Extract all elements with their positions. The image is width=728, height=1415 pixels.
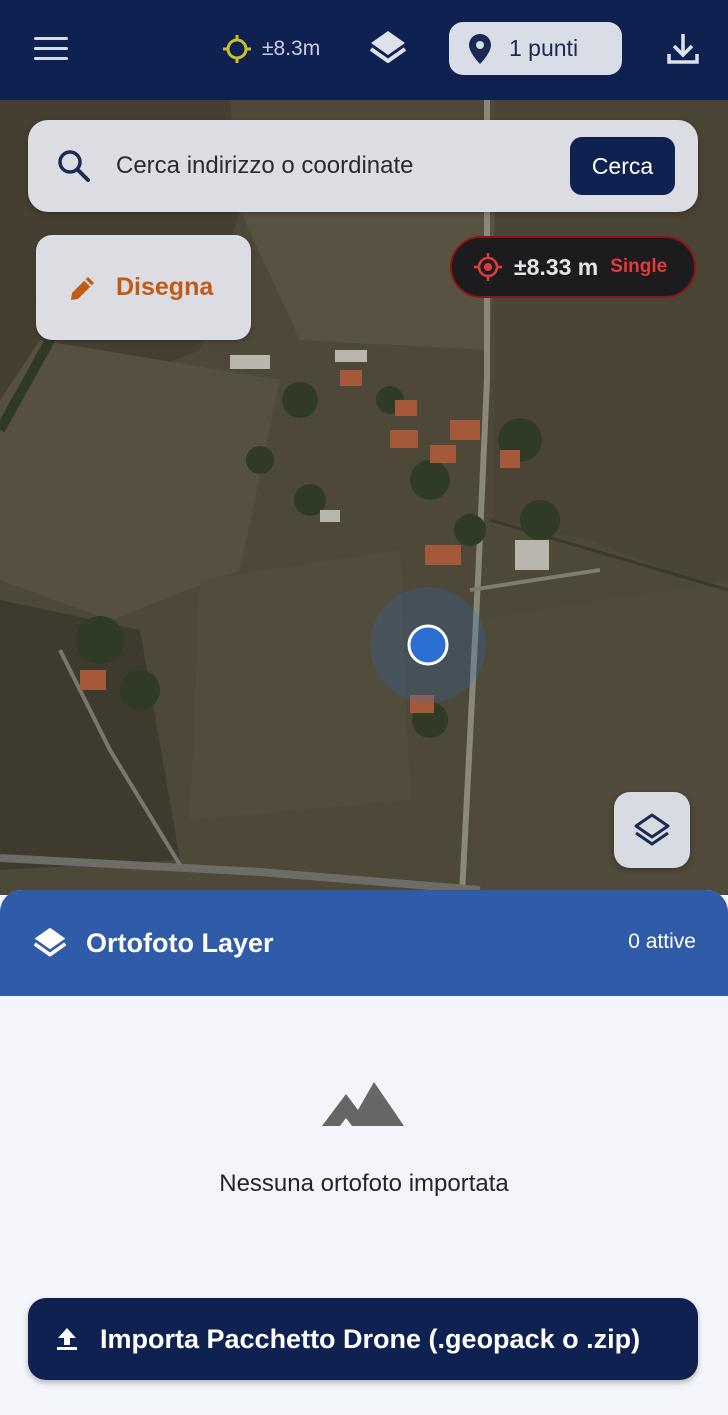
- accuracy-mode: Single: [610, 256, 668, 277]
- layers-icon[interactable]: [368, 28, 408, 68]
- download-icon[interactable]: [664, 30, 702, 68]
- crosshair-icon: [474, 253, 502, 281]
- mountain-icon: [322, 1082, 404, 1126]
- import-label: Importa Pacchetto Drone (.geopack o .zip…: [100, 1323, 641, 1354]
- map-view[interactable]: Cerca Disegna ±8.33 m Single: [0, 100, 728, 895]
- gps-target-icon: [223, 35, 251, 63]
- draw-button[interactable]: Disegna: [36, 235, 251, 340]
- layers-outline-icon: [634, 813, 670, 846]
- sheet-title: Ortofoto Layer: [86, 927, 274, 958]
- satellite-map: [0, 100, 728, 895]
- points-button[interactable]: 1 punti: [449, 22, 622, 75]
- accuracy-badge: ±8.33 m Single: [450, 236, 696, 298]
- draw-label: Disegna: [116, 273, 214, 301]
- search-bar: Cerca: [28, 120, 698, 212]
- upload-icon: [57, 1328, 77, 1350]
- search-input[interactable]: [116, 144, 576, 188]
- pencil-icon: [71, 276, 94, 300]
- sheet-header: Ortofoto Layer 0 attive: [0, 890, 728, 996]
- points-count: 1 punti: [509, 35, 579, 61]
- map-layers-button[interactable]: [614, 792, 690, 868]
- ortofoto-sheet: Ortofoto Layer 0 attive Nessuna ortofoto…: [0, 890, 728, 1415]
- menu-icon[interactable]: [30, 32, 72, 66]
- layers-icon: [33, 927, 67, 957]
- location-pin-icon: [469, 33, 491, 64]
- import-drone-package-button[interactable]: Importa Pacchetto Drone (.geopack o .zip…: [28, 1298, 698, 1380]
- active-count: 0 attive: [628, 930, 696, 953]
- gps-status: ±8.3m: [222, 32, 320, 66]
- current-location-dot: [407, 624, 449, 666]
- search-icon: [58, 150, 90, 182]
- accuracy-value: ±8.33 m: [514, 253, 599, 280]
- gps-accuracy-text: ±8.3m: [262, 37, 321, 60]
- search-button[interactable]: Cerca: [570, 137, 675, 195]
- app-bar: ±8.3m 1 punti: [0, 0, 728, 100]
- empty-message: Nessuna ortofoto importata: [219, 1170, 509, 1197]
